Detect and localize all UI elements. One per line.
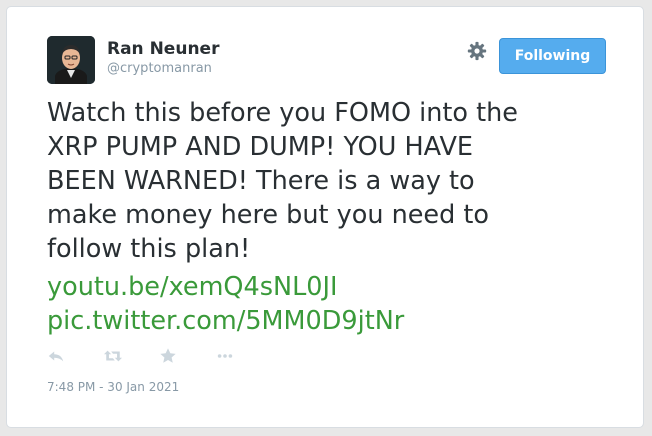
- reply-icon[interactable]: [47, 347, 67, 367]
- avatar[interactable]: [47, 36, 95, 84]
- following-button[interactable]: Following: [499, 38, 606, 74]
- gear-icon[interactable]: [466, 40, 488, 62]
- tweet-text: Watch this before you FOMO into the XRP …: [47, 98, 518, 264]
- star-icon[interactable]: [159, 347, 179, 367]
- retweet-icon[interactable]: [103, 347, 123, 367]
- youtube-link[interactable]: youtu.be/xemQ4sNL0JI: [47, 270, 404, 304]
- tweet-card: Ran Neuner @cryptomanran Following Watch…: [6, 6, 644, 428]
- pic-link[interactable]: pic.twitter.com/5MM0D9jtNr: [47, 304, 404, 338]
- author-name[interactable]: Ran Neuner: [107, 39, 219, 59]
- tweet-links: youtu.be/xemQ4sNL0JI pic.twitter.com/5MM…: [47, 270, 404, 338]
- tweet-timestamp[interactable]: 7:48 PM - 30 Jan 2021: [47, 380, 179, 394]
- more-icon[interactable]: [215, 347, 235, 367]
- author-handle[interactable]: @cryptomanran: [107, 61, 212, 76]
- avatar-image: [47, 36, 95, 84]
